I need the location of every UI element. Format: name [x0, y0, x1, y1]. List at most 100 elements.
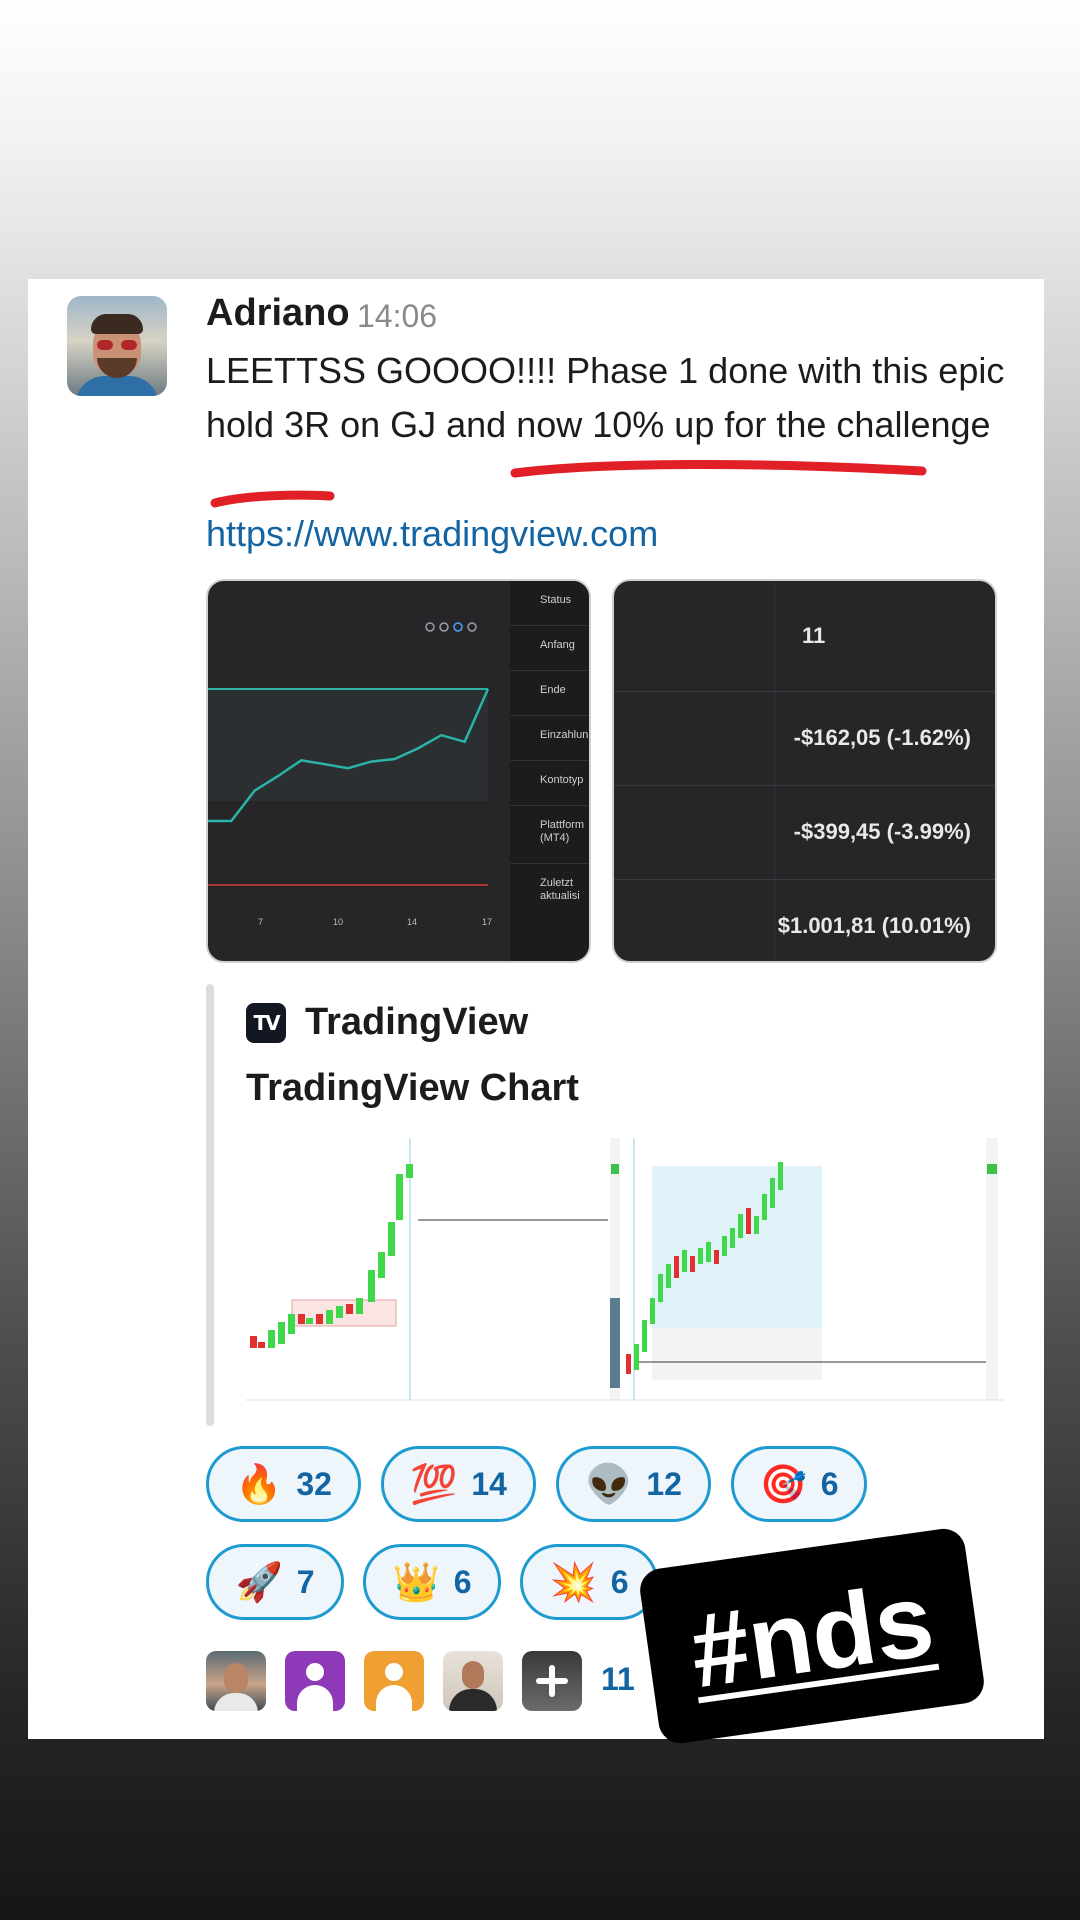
- sidebar-label-account-type: Kontotyp: [540, 774, 584, 786]
- candle: [666, 1264, 671, 1288]
- candle: [746, 1208, 751, 1234]
- candle: [634, 1344, 639, 1370]
- candle: [650, 1298, 655, 1324]
- candle: [642, 1320, 647, 1352]
- embed-provider-name[interactable]: TradingView: [305, 1001, 528, 1044]
- candle: [690, 1256, 695, 1272]
- candle: [770, 1178, 775, 1208]
- reaction-rocket[interactable]: 🚀 7: [206, 1544, 344, 1620]
- stop-zone: [652, 1328, 822, 1380]
- reaction-fire[interactable]: 🔥 32: [206, 1446, 361, 1522]
- viewer-avatar[interactable]: [285, 1651, 345, 1711]
- collision-icon: 💥: [549, 1560, 597, 1604]
- message-text: LEETTSS GOOOO!!!! Phase 1 done with this…: [206, 350, 1005, 445]
- candle: [356, 1298, 363, 1314]
- candle: [336, 1306, 343, 1318]
- candle: [258, 1342, 265, 1348]
- stats-max-loss-value: -$399,45 (-3.99%): [793, 819, 971, 844]
- reaction-count: 32: [296, 1465, 332, 1502]
- fire-icon: 🔥: [235, 1462, 283, 1506]
- candle: [268, 1330, 275, 1348]
- message-link[interactable]: https://www.tradingview.com: [206, 508, 726, 560]
- candle: [682, 1250, 687, 1272]
- candle: [316, 1314, 323, 1324]
- account-stats-thumbnail[interactable]: 11 -$162,05 (-1.62%) -$399,45 (-3.99%) $…: [612, 579, 997, 963]
- candle: [378, 1252, 385, 1278]
- message-card: [28, 279, 1044, 1739]
- candle: [762, 1194, 767, 1220]
- reaction-count: 6: [820, 1465, 839, 1502]
- candle: [388, 1222, 395, 1256]
- candle: [706, 1242, 711, 1262]
- hashtag-text: #nds: [683, 1561, 941, 1710]
- reaction-crown[interactable]: 👑 6: [363, 1544, 501, 1620]
- chart-toolbar-icon: [453, 622, 463, 632]
- candle: [396, 1174, 403, 1220]
- viewer-avatar[interactable]: [206, 1651, 266, 1711]
- reaction-target[interactable]: 🎯 6: [731, 1446, 867, 1522]
- stats-trades-value: 11: [802, 623, 826, 648]
- reaction-alien[interactable]: 👽 12: [556, 1446, 711, 1522]
- message-timestamp[interactable]: 14:06: [357, 298, 437, 335]
- chart-background: [246, 1138, 1004, 1410]
- chart-tick-label: 10: [333, 917, 344, 927]
- chart-tick-label: 17: [482, 917, 493, 927]
- chart-tick-label: 14: [407, 917, 418, 927]
- candle: [722, 1236, 727, 1256]
- tradingview-chart-image[interactable]: [246, 1138, 1004, 1410]
- price-axis-tag: [987, 1164, 997, 1174]
- sidebar-label-status: Status: [540, 594, 572, 606]
- candle: [306, 1318, 313, 1324]
- price-axis-labels: [610, 1298, 620, 1388]
- sidebar-label-platform: Plattform (MT4): [540, 819, 585, 844]
- candle: [406, 1164, 413, 1178]
- viewer-count[interactable]: 11: [601, 1661, 635, 1698]
- more-viewers-icon[interactable]: [522, 1651, 582, 1711]
- candle: [278, 1322, 285, 1344]
- target-zone: [652, 1166, 822, 1328]
- candle: [298, 1314, 305, 1324]
- chart-target-zone: [208, 689, 488, 801]
- reaction-count: 7: [296, 1563, 315, 1600]
- sidebar-label-updated: Zuletzt aktualisi: [540, 877, 580, 902]
- candle: [698, 1248, 703, 1264]
- candle: [674, 1256, 679, 1278]
- reaction-hundred[interactable]: 💯 14: [381, 1446, 536, 1522]
- candle: [778, 1162, 783, 1190]
- reaction-count: 6: [610, 1563, 629, 1600]
- embed-border: [206, 984, 214, 1426]
- candle: [368, 1270, 375, 1302]
- candle: [250, 1336, 257, 1348]
- embed-title[interactable]: TradingView Chart: [246, 1067, 579, 1110]
- candle: [326, 1310, 333, 1324]
- author-name[interactable]: Adriano: [206, 292, 350, 335]
- price-axis: [986, 1138, 998, 1400]
- stats-daily-loss-value: -$162,05 (-1.62%): [793, 725, 971, 750]
- reaction-collision[interactable]: 💥 6: [520, 1544, 658, 1620]
- viewer-avatar[interactable]: [443, 1651, 503, 1711]
- account-info-sidebar: Status Anfang Ende Einzahlun Kontotyp Pl…: [510, 581, 589, 961]
- account-chart-thumbnail[interactable]: 7 10 14 17 Status Anfang Ende Einzahlun …: [206, 579, 591, 963]
- sidebar-label-end: Ende: [540, 684, 566, 696]
- candle: [288, 1314, 295, 1334]
- candle: [738, 1214, 743, 1238]
- viewer-avatar[interactable]: [364, 1651, 424, 1711]
- reaction-count: 6: [453, 1563, 472, 1600]
- sidebar-label-start: Anfang: [540, 639, 575, 651]
- chart-tick-label: 7: [258, 917, 264, 927]
- stats-profit-value: $1.001,81 (10.01%): [777, 913, 971, 938]
- target-icon: 🎯: [759, 1462, 807, 1506]
- tradingview-logo-icon: TV: [246, 1003, 286, 1043]
- candle: [714, 1250, 719, 1264]
- reaction-count: 14: [471, 1465, 507, 1502]
- crown-icon: 👑: [392, 1560, 440, 1604]
- candle: [626, 1354, 631, 1374]
- rocket-icon: 🚀: [235, 1560, 283, 1604]
- chart-toolbar-icon: [439, 622, 449, 632]
- alien-icon: 👽: [585, 1462, 633, 1506]
- candle: [754, 1216, 759, 1234]
- author-avatar[interactable]: [67, 296, 167, 396]
- equity-line-chart: [208, 622, 490, 886]
- chart-toolbar-icon: [467, 622, 477, 632]
- hundred-icon: 💯: [410, 1462, 458, 1506]
